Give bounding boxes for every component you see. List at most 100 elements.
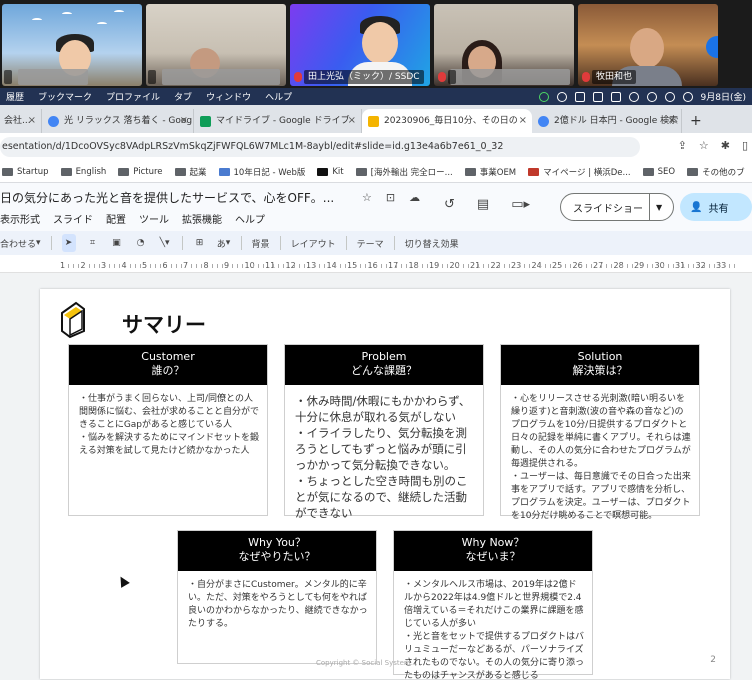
menu-help[interactable]: ヘルプ (235, 211, 265, 226)
menu-profile[interactable]: プロファイル (106, 90, 160, 103)
bookmark-item[interactable]: その他のブ (687, 166, 745, 178)
shape-tool-icon[interactable]: ◔ (134, 234, 148, 252)
bookmark-item[interactable]: [海外輸出 完全ロー... (355, 166, 453, 178)
slide[interactable]: サマリー Customer 誰の？ ・仕事がうまく回らない、上司/同僚との人間関… (40, 289, 730, 680)
history-icon[interactable]: ↺ (444, 197, 455, 212)
bluetooth-icon[interactable] (574, 91, 585, 102)
siri-icon[interactable] (682, 91, 693, 102)
cloud-status-icon[interactable]: ☁ (409, 191, 420, 204)
browser-tab[interactable]: マイドライブ - Google ドライブ × (194, 109, 362, 133)
ruler-minor-tick (519, 264, 521, 268)
background-button[interactable]: 背景 (252, 234, 270, 252)
star-icon[interactable]: ☆ (362, 191, 372, 204)
bookmark-item[interactable]: 10年日記 - Web版 (218, 166, 305, 178)
menu-window[interactable]: ウィンドウ (206, 90, 251, 103)
line-icon[interactable] (538, 91, 549, 102)
close-tab-icon[interactable]: × (519, 109, 527, 133)
participant-tile[interactable] (434, 4, 574, 86)
menu-extensions[interactable]: 拡張機能 (182, 211, 222, 226)
why-now-card[interactable]: Why Now？ なぜいま？ ・メンタルヘルス市場は、2019年は2億ドルから2… (393, 530, 593, 680)
menubar-clock[interactable]: 9月8日(金) (701, 90, 746, 103)
why-you-card[interactable]: Why You？ なぜやりたい？ ・自分がまさにCustomer。メンタル的に辛… (177, 530, 377, 664)
control-center-icon[interactable] (664, 91, 675, 102)
close-tab-icon[interactable]: × (28, 109, 36, 133)
text-style-dropdown[interactable]: あ ▾ (217, 234, 231, 252)
display-icon[interactable] (592, 91, 603, 102)
address-bar-icons: ⇪ ☆ ✱ ▯ (678, 139, 748, 152)
participant-tile-speaking[interactable]: 田上光弘（ミック）/ SSDC (290, 4, 430, 86)
close-tab-icon[interactable]: × (668, 109, 676, 133)
document-title[interactable]: 日の気分にあった光と音を提供したサービスで、心をOFF。... (0, 189, 334, 206)
layout-button[interactable]: レイアウト (291, 234, 336, 252)
slide-canvas[interactable]: サマリー Customer 誰の？ ・仕事がうまく回らない、上司/同僚との人間関… (0, 273, 752, 680)
image-tool-icon[interactable]: ▣ (110, 234, 124, 252)
user-avatar[interactable] (706, 36, 718, 58)
card-heading-en: Why You？ (248, 536, 306, 549)
menu-history[interactable]: 履歴 (6, 90, 24, 103)
customer-card[interactable]: Customer 誰の？ ・仕事がうまく回らない、上司/同僚との人間関係に悩む、… (68, 344, 268, 516)
browser-tab[interactable]: 会社... × (0, 109, 42, 133)
participant-tile[interactable] (146, 4, 286, 86)
browser-tab-active[interactable]: 20230906_毎日10分、その日の × (362, 109, 532, 133)
menu-tools[interactable]: ツール (139, 211, 169, 226)
sidepanel-icon[interactable]: ▯ (742, 139, 748, 152)
transition-button[interactable]: 切り替え効果 (405, 234, 459, 252)
meet-icon[interactable]: ▭▸ (511, 197, 530, 212)
wifi-icon[interactable] (628, 91, 639, 102)
ruler-minor-tick (324, 264, 326, 268)
ruler-label: 9 (224, 261, 230, 270)
chevron-down-icon[interactable]: ▼ (650, 203, 662, 212)
close-tab-icon[interactable]: × (348, 109, 356, 133)
share-page-icon[interactable]: ⇪ (678, 139, 687, 152)
extensions-icon[interactable]: ✱ (721, 139, 730, 152)
participant-face (362, 22, 398, 64)
ruler-minor-tick (724, 264, 726, 268)
menu-slide[interactable]: スライド (53, 211, 93, 226)
ruler-minor-tick (150, 264, 152, 268)
bookmark-star-icon[interactable]: ☆ (699, 139, 709, 152)
move-folder-icon[interactable]: ⊡ (386, 191, 395, 204)
bookmark-item[interactable]: マイページ | 横浜De... (528, 166, 631, 178)
select-tool-icon[interactable]: ➤ (61, 234, 76, 252)
participant-tile[interactable] (2, 4, 142, 86)
frame-tool-icon[interactable]: ⌗ (86, 234, 100, 252)
bookmark-item[interactable]: 事業OEM (464, 166, 516, 178)
bookmark-item[interactable]: SEO (642, 167, 675, 177)
menu-arrange[interactable]: 配置 (106, 211, 126, 226)
bookmark-item[interactable]: 起業 (174, 166, 207, 178)
menu-bookmarks[interactable]: ブックマーク (38, 90, 92, 103)
search-icon[interactable] (646, 91, 657, 102)
bookmark-item[interactable]: Startup (2, 167, 49, 177)
ruler-minor-tick (180, 264, 182, 268)
zoom-dropdown[interactable]: 合わせる ▾ (0, 234, 41, 252)
ruler-minor-tick (298, 264, 300, 268)
line-tool-icon[interactable]: ╲▾ (158, 234, 172, 252)
url-field[interactable]: esentation/d/1DcoOVSyc8VAdpLRSzVmSkqZjFW… (0, 137, 640, 157)
problem-card[interactable]: Problem どんな課題？ ・休み時間/休暇にもかかわらず、十分に休息が取れる… (284, 344, 484, 520)
ruler-minor-tick (334, 264, 336, 268)
participant-tile[interactable]: 牧田和也 (578, 4, 718, 86)
horizontal-ruler[interactable]: 1 2 3 4 5 6 7 8 9 10 11 12 13 14 15 16 17 18 19 20 21 22 23 24 2… (0, 255, 752, 273)
solution-card[interactable]: Solution 解決策は？ ・心をリリースさせる光刺激(暗い明るいを繰り返す)… (500, 344, 700, 521)
record-icon[interactable] (556, 91, 567, 102)
comment-add-icon[interactable]: ⊞ (193, 234, 207, 252)
browser-tab[interactable]: 光 リラックス 落ち着く - Goog × (42, 109, 194, 133)
bookmark-item[interactable]: Picture (118, 167, 163, 177)
bookmark-item[interactable]: English (60, 167, 106, 177)
new-tab-button[interactable]: + (682, 109, 710, 133)
battery-icon[interactable] (610, 91, 621, 102)
bookmark-item[interactable]: Kit (317, 167, 344, 177)
seagull-icon (97, 22, 107, 26)
bookmark-label: Startup (17, 166, 49, 177)
menu-tab[interactable]: タブ (174, 90, 192, 103)
folder-icon (174, 167, 186, 176)
menu-format[interactable]: 表示形式 (0, 211, 40, 226)
menu-help[interactable]: ヘルプ (265, 90, 292, 103)
share-button[interactable]: 👤 共有 (680, 193, 752, 221)
theme-button[interactable]: テーマ (357, 234, 384, 252)
close-tab-icon[interactable]: × (180, 109, 188, 133)
comment-icon[interactable]: ▤ (477, 197, 489, 212)
slideshow-button[interactable]: スライドショー ▼ (560, 193, 674, 221)
browser-tab[interactable]: 2億ドル 日本円 - Google 検索 × (532, 109, 682, 133)
ruler-minor-tick (457, 264, 459, 268)
